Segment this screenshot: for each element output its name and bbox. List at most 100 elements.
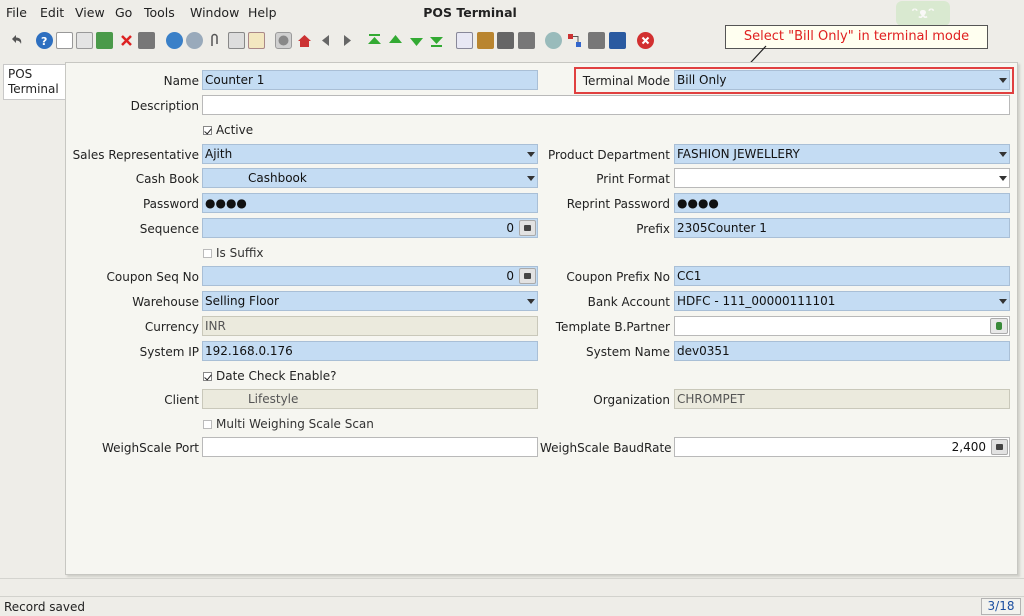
checkbox-unchecked-icon[interactable] [203,249,212,258]
description-label: Description [130,99,199,113]
delete-icon[interactable] [118,32,135,49]
warehouse-select[interactable]: Selling Floor [202,291,538,311]
weighscale-baud-label: WeighScale BaudRate [540,441,672,455]
description-field[interactable] [202,95,1010,115]
sequence-label: Sequence [139,222,199,236]
terminal-mode-select[interactable]: Bill Only [674,70,1010,90]
client-label: Client [164,393,199,407]
checkbox-checked-icon[interactable] [203,372,212,381]
chat-icon[interactable] [228,32,245,49]
print-icon[interactable] [518,32,535,49]
currency-label: Currency [144,320,199,334]
prefix-field[interactable]: 2305Counter 1 [674,218,1010,238]
copy-record-icon[interactable] [76,32,93,49]
coupon-seq-value: 0 [506,269,514,283]
password-label: Password [142,197,199,211]
bank-account-value: HDFC - 111_00000111101 [677,294,836,308]
history-icon[interactable] [248,32,265,49]
chevron-down-icon[interactable] [996,292,1009,310]
coupon-seq-field[interactable]: 0 [202,266,538,286]
chevron-down-icon[interactable] [996,169,1009,187]
sales-rep-label: Sales Representative [72,148,199,162]
weighscale-port-field[interactable] [202,437,538,457]
brand-logo: ᵔᴥᵔ [896,1,950,26]
product-dept-select[interactable]: FASHION JEWELLERY [674,144,1010,164]
undo-icon[interactable] [8,32,25,49]
workflow-icon[interactable] [566,32,583,49]
record-count[interactable]: 3/18 [981,598,1021,615]
process-icon[interactable] [588,32,605,49]
back-icon[interactable] [318,32,335,49]
home-icon[interactable] [296,32,313,49]
prefix-label: Prefix [636,222,670,236]
close-window-icon[interactable] [637,32,654,49]
find-icon[interactable] [186,32,203,49]
status-bar: Record saved 3/18 [0,596,1024,616]
calculator-icon[interactable] [991,439,1008,455]
is-suffix-label: Is Suffix [216,246,264,260]
business-partner-lookup-icon[interactable] [990,318,1008,334]
organization-field: CHROMPET [674,389,1010,409]
checkbox-checked-icon[interactable] [203,126,212,135]
refresh-icon[interactable] [166,32,183,49]
help-icon[interactable]: ? [36,32,53,49]
product-dept-value: FASHION JEWELLERY [677,147,800,161]
archive-icon[interactable] [477,32,494,49]
chevron-down-icon[interactable] [524,169,537,187]
checkbox-unchecked-icon[interactable] [203,420,212,429]
bank-account-label: Bank Account [587,295,670,309]
horizontal-scrollbar[interactable] [0,578,1024,594]
name-label: Name [163,74,199,88]
chevron-down-icon[interactable] [996,71,1009,89]
system-ip-field[interactable]: 192.168.0.176 [202,341,538,361]
terminal-mode-value: Bill Only [677,73,727,87]
first-record-icon[interactable] [366,32,383,49]
sales-rep-select[interactable]: Ajith [202,144,538,164]
new-record-icon[interactable] [56,32,73,49]
chevron-down-icon[interactable] [996,145,1009,163]
cash-book-label: Cash Book [135,172,199,186]
bank-account-select[interactable]: HDFC - 111_00000111101 [674,291,1010,311]
sequence-field[interactable]: 0 [202,218,538,238]
favorite-icon[interactable] [609,32,626,49]
chevron-down-icon[interactable] [524,145,537,163]
multi-scale-checkbox[interactable]: Multi Weighing Scale Scan [203,417,374,431]
calculator-icon[interactable] [519,268,536,284]
attachment-icon[interactable] [206,32,223,49]
weighscale-baud-field[interactable]: 2,400 [674,437,1010,457]
password-field[interactable]: ●●●● [202,193,538,213]
currency-field: INR [202,316,538,336]
next-record-icon[interactable] [408,32,425,49]
zoom-across-icon[interactable] [545,32,562,49]
last-record-icon[interactable] [428,32,445,49]
grid-toggle-icon[interactable] [275,32,292,49]
cash-book-select[interactable]: Cashbook [202,168,538,188]
weighscale-baud-value: 2,400 [951,440,986,454]
report-icon[interactable] [456,32,473,49]
reprint-password-label: Reprint Password [566,197,670,211]
print-format-select[interactable] [674,168,1010,188]
svg-text:?: ? [41,35,47,48]
tab-pos-terminal[interactable]: POS Terminal [3,64,65,100]
organization-label: Organization [593,393,670,407]
multi-scale-label: Multi Weighing Scale Scan [216,417,374,431]
name-field[interactable]: Counter 1 [202,70,538,90]
date-check-checkbox[interactable]: Date Check Enable? [203,369,336,383]
sales-rep-value: Ajith [205,147,233,161]
save-icon[interactable] [138,32,155,49]
save-green-icon[interactable] [96,32,113,49]
system-name-field[interactable]: dev0351 [674,341,1010,361]
print-preview-icon[interactable] [497,32,514,49]
previous-record-icon[interactable] [387,32,404,49]
system-ip-label: System IP [139,345,199,359]
warehouse-label: Warehouse [132,295,199,309]
reprint-password-field[interactable]: ●●●● [674,193,1010,213]
template-bp-field[interactable] [674,316,1010,336]
chevron-down-icon[interactable] [524,292,537,310]
calculator-icon[interactable] [519,220,536,236]
coupon-prefix-field[interactable]: CC1 [674,266,1010,286]
window-title: POS Terminal [423,5,517,20]
is-suffix-checkbox[interactable]: Is Suffix [203,246,264,260]
forward-icon[interactable] [338,32,355,49]
active-checkbox[interactable]: Active [203,123,253,137]
